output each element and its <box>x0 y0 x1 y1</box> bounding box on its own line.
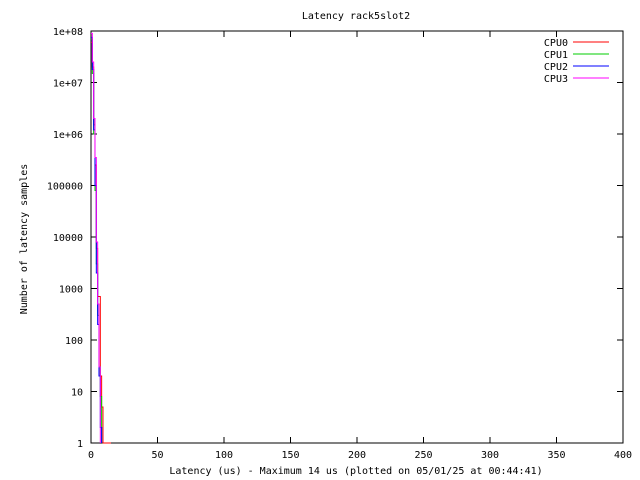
y-axis-label: Number of latency samples <box>19 164 30 315</box>
y-tick-label: 10 <box>71 388 83 399</box>
latency-chart: Latency rack5slot2 Number of latency sam… <box>19 11 632 477</box>
x-tick-label: 150 <box>281 450 299 461</box>
x-tick-label: 200 <box>348 450 366 461</box>
legend-label: CPU2 <box>544 62 568 73</box>
plot-frame <box>90 30 624 444</box>
x-tick-label: 350 <box>547 450 565 461</box>
y-tick-label: 1e+07 <box>53 79 83 90</box>
y-tick-label: 100 <box>65 336 83 347</box>
y-tick-label: 1e+06 <box>53 130 83 141</box>
x-tick-label: 100 <box>215 450 233 461</box>
axes: 0 50 100 150 200 250 300 350 400 1 10 100 1000 10000 1… <box>47 27 632 461</box>
series-lines <box>91 32 111 444</box>
legend-label: CPU1 <box>544 50 568 61</box>
y-tick-label: 1e+08 <box>53 27 83 38</box>
legend: CPU0CPU1CPU2CPU3 <box>544 38 609 85</box>
y-tick-label: 1 <box>77 439 83 450</box>
x-tick-label: 300 <box>481 450 499 461</box>
x-axis-label: Latency (us) - Maximum 14 us (plotted on… <box>169 466 542 477</box>
chart-title: Latency rack5slot2 <box>302 11 410 22</box>
series-line-cpu3 <box>91 32 101 443</box>
x-tick-label: 400 <box>614 450 632 461</box>
legend-label: CPU0 <box>544 38 568 49</box>
x-tick-label: 0 <box>88 450 94 461</box>
x-tick-label: 250 <box>414 450 432 461</box>
y-tick-label: 100000 <box>47 182 83 193</box>
y-tick-label: 10000 <box>53 233 83 244</box>
legend-label: CPU3 <box>544 74 568 85</box>
y-tick-label: 1000 <box>59 285 83 296</box>
x-tick-label: 50 <box>151 450 163 461</box>
